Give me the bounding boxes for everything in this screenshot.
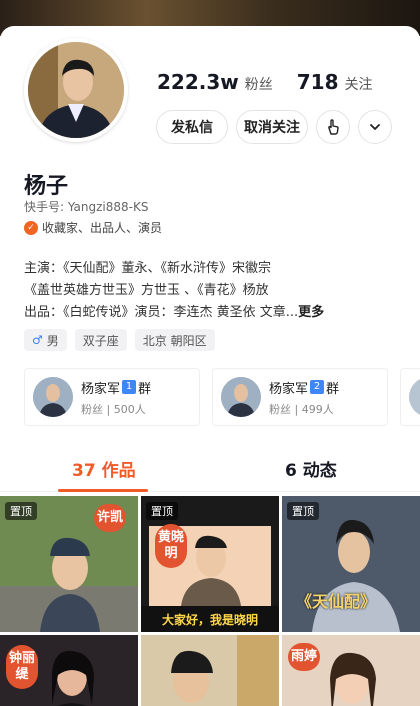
group-avatar <box>409 377 420 417</box>
name-stamp: 黄晓明 <box>155 524 187 568</box>
group-number-badge: 1 <box>122 380 137 394</box>
bio-line: 主演：《天仙配》董永、《新水浒传》宋徽宗 <box>24 261 272 276</box>
gender-tag: ♂ 男 <box>24 329 67 351</box>
chevron-down-icon <box>370 124 380 130</box>
video-thumbnail[interactable]: 置顶 黄晓明 大家好，我是晓明 <box>141 496 279 632</box>
name-stamp: 许凯 <box>94 504 126 532</box>
bio-line-3: 出品：《白蛇传说》演员：李连杰 黄圣依 文章...更多 <box>24 302 404 324</box>
group-number-badge: 2 <box>310 380 325 394</box>
video-thumbnail[interactable]: 置顶 《天仙配》 <box>282 496 420 632</box>
group-name: 杨家军 <box>269 381 309 397</box>
hand-icon <box>328 119 339 135</box>
profile-name: 杨子 <box>24 174 69 199</box>
verified-check-icon: ✓ <box>24 220 38 235</box>
profile-bio: 主演：《天仙配》董永、《新水浒传》宋徽宗 《盖世英雄方世玉》方世玉 、《青花》杨… <box>24 258 404 324</box>
fan-group-card[interactable]: 杨家军 2 群 粉丝 | 499人 <box>212 368 388 426</box>
group-members: 粉丝 | 500人 <box>81 402 146 416</box>
group-title: 杨家军 1 群 <box>81 378 151 397</box>
video-watermark: 《天仙配》 <box>296 592 377 611</box>
name-stamp: 钟丽缇 <box>6 645 38 689</box>
zodiac-tag: 双子座 <box>74 329 127 351</box>
tab-works[interactable]: 37 作品 <box>72 456 136 481</box>
message-button[interactable]: 发私信 <box>156 110 228 144</box>
bio-more-link[interactable]: 更多 <box>298 305 324 320</box>
fan-group-card-partial[interactable] <box>400 368 420 426</box>
profile-tags: ♂ 男 双子座 北京 朝阳区 <box>24 329 215 351</box>
verification-text: 收藏家、出品人、演员 <box>42 221 163 235</box>
verification-row: ✓ 收藏家、出品人、演员 <box>24 219 162 236</box>
group-avatar <box>33 377 73 417</box>
group-members: 粉丝 | 499人 <box>269 402 334 416</box>
group-suffix: 群 <box>138 381 152 397</box>
male-icon: ♂ <box>32 333 43 347</box>
bio-line: 《盖世英雄方世玉》方世玉 、《青花》杨放 <box>24 283 269 298</box>
group-suffix: 群 <box>326 381 340 397</box>
video-thumbnail[interactable]: 置顶 许凯 <box>0 496 138 632</box>
following-count[interactable]: 718 <box>297 70 339 94</box>
pinned-badge: 置顶 <box>5 502 37 520</box>
followers-label[interactable]: 粉丝 <box>245 74 273 94</box>
video-thumbnail[interactable] <box>141 635 279 706</box>
bio-line: 出品：《白蛇传说》演员：李连杰 黄圣依 文章... <box>24 305 299 320</box>
video-caption: 大家好，我是晓明 <box>141 606 279 632</box>
video-thumbnail[interactable]: 钟丽缇 <box>0 635 138 706</box>
active-tab-indicator <box>58 489 148 492</box>
gesture-button[interactable] <box>316 110 350 144</box>
pinned-badge: 置顶 <box>287 502 319 520</box>
name-stamp: 雨婷 <box>288 643 320 671</box>
video-thumbnail[interactable]: 雨婷 <box>282 635 420 706</box>
tab-moments-label: 动态 <box>302 461 337 481</box>
profile-sheet: 222.3w 粉丝 718 关注 发私信 取消关注 杨子 快手号: Yangzi… <box>0 26 420 706</box>
group-name: 杨家军 <box>81 381 121 397</box>
profile-stats: 222.3w 粉丝 718 关注 <box>157 70 391 98</box>
following-label[interactable]: 关注 <box>345 74 373 94</box>
content-tabs: 37 作品 6 动态 <box>0 446 420 492</box>
followers-count[interactable]: 222.3w <box>157 70 239 94</box>
location-tag: 北京 朝阳区 <box>134 329 215 351</box>
group-avatar <box>221 377 261 417</box>
tab-moments-count: 6 <box>285 461 297 481</box>
kuaishou-id[interactable]: 快手号: Yangzi888-KS <box>24 198 148 215</box>
tab-moments[interactable]: 6 动态 <box>285 456 337 481</box>
unfollow-button[interactable]: 取消关注 <box>236 110 308 144</box>
fan-groups: 杨家军 1 群 粉丝 | 500人 杨家军 2 群 粉丝 | 499人 <box>24 368 420 426</box>
fan-group-card[interactable]: 杨家军 1 群 粉丝 | 500人 <box>24 368 200 426</box>
more-options-button[interactable] <box>358 110 392 144</box>
tab-works-count: 37 <box>72 461 96 481</box>
video-frame <box>141 635 279 706</box>
avatar[interactable] <box>24 38 128 142</box>
gender-tag-label: 男 <box>46 333 59 348</box>
video-grid: 置顶 许凯 置顶 黄晓明 大家好，我是晓明 置顶 《天仙配》 钟丽缇 雨婷 <box>0 496 420 706</box>
group-title: 杨家军 2 群 <box>269 378 339 397</box>
pinned-badge: 置顶 <box>146 502 178 520</box>
tab-works-label: 作品 <box>101 461 136 481</box>
